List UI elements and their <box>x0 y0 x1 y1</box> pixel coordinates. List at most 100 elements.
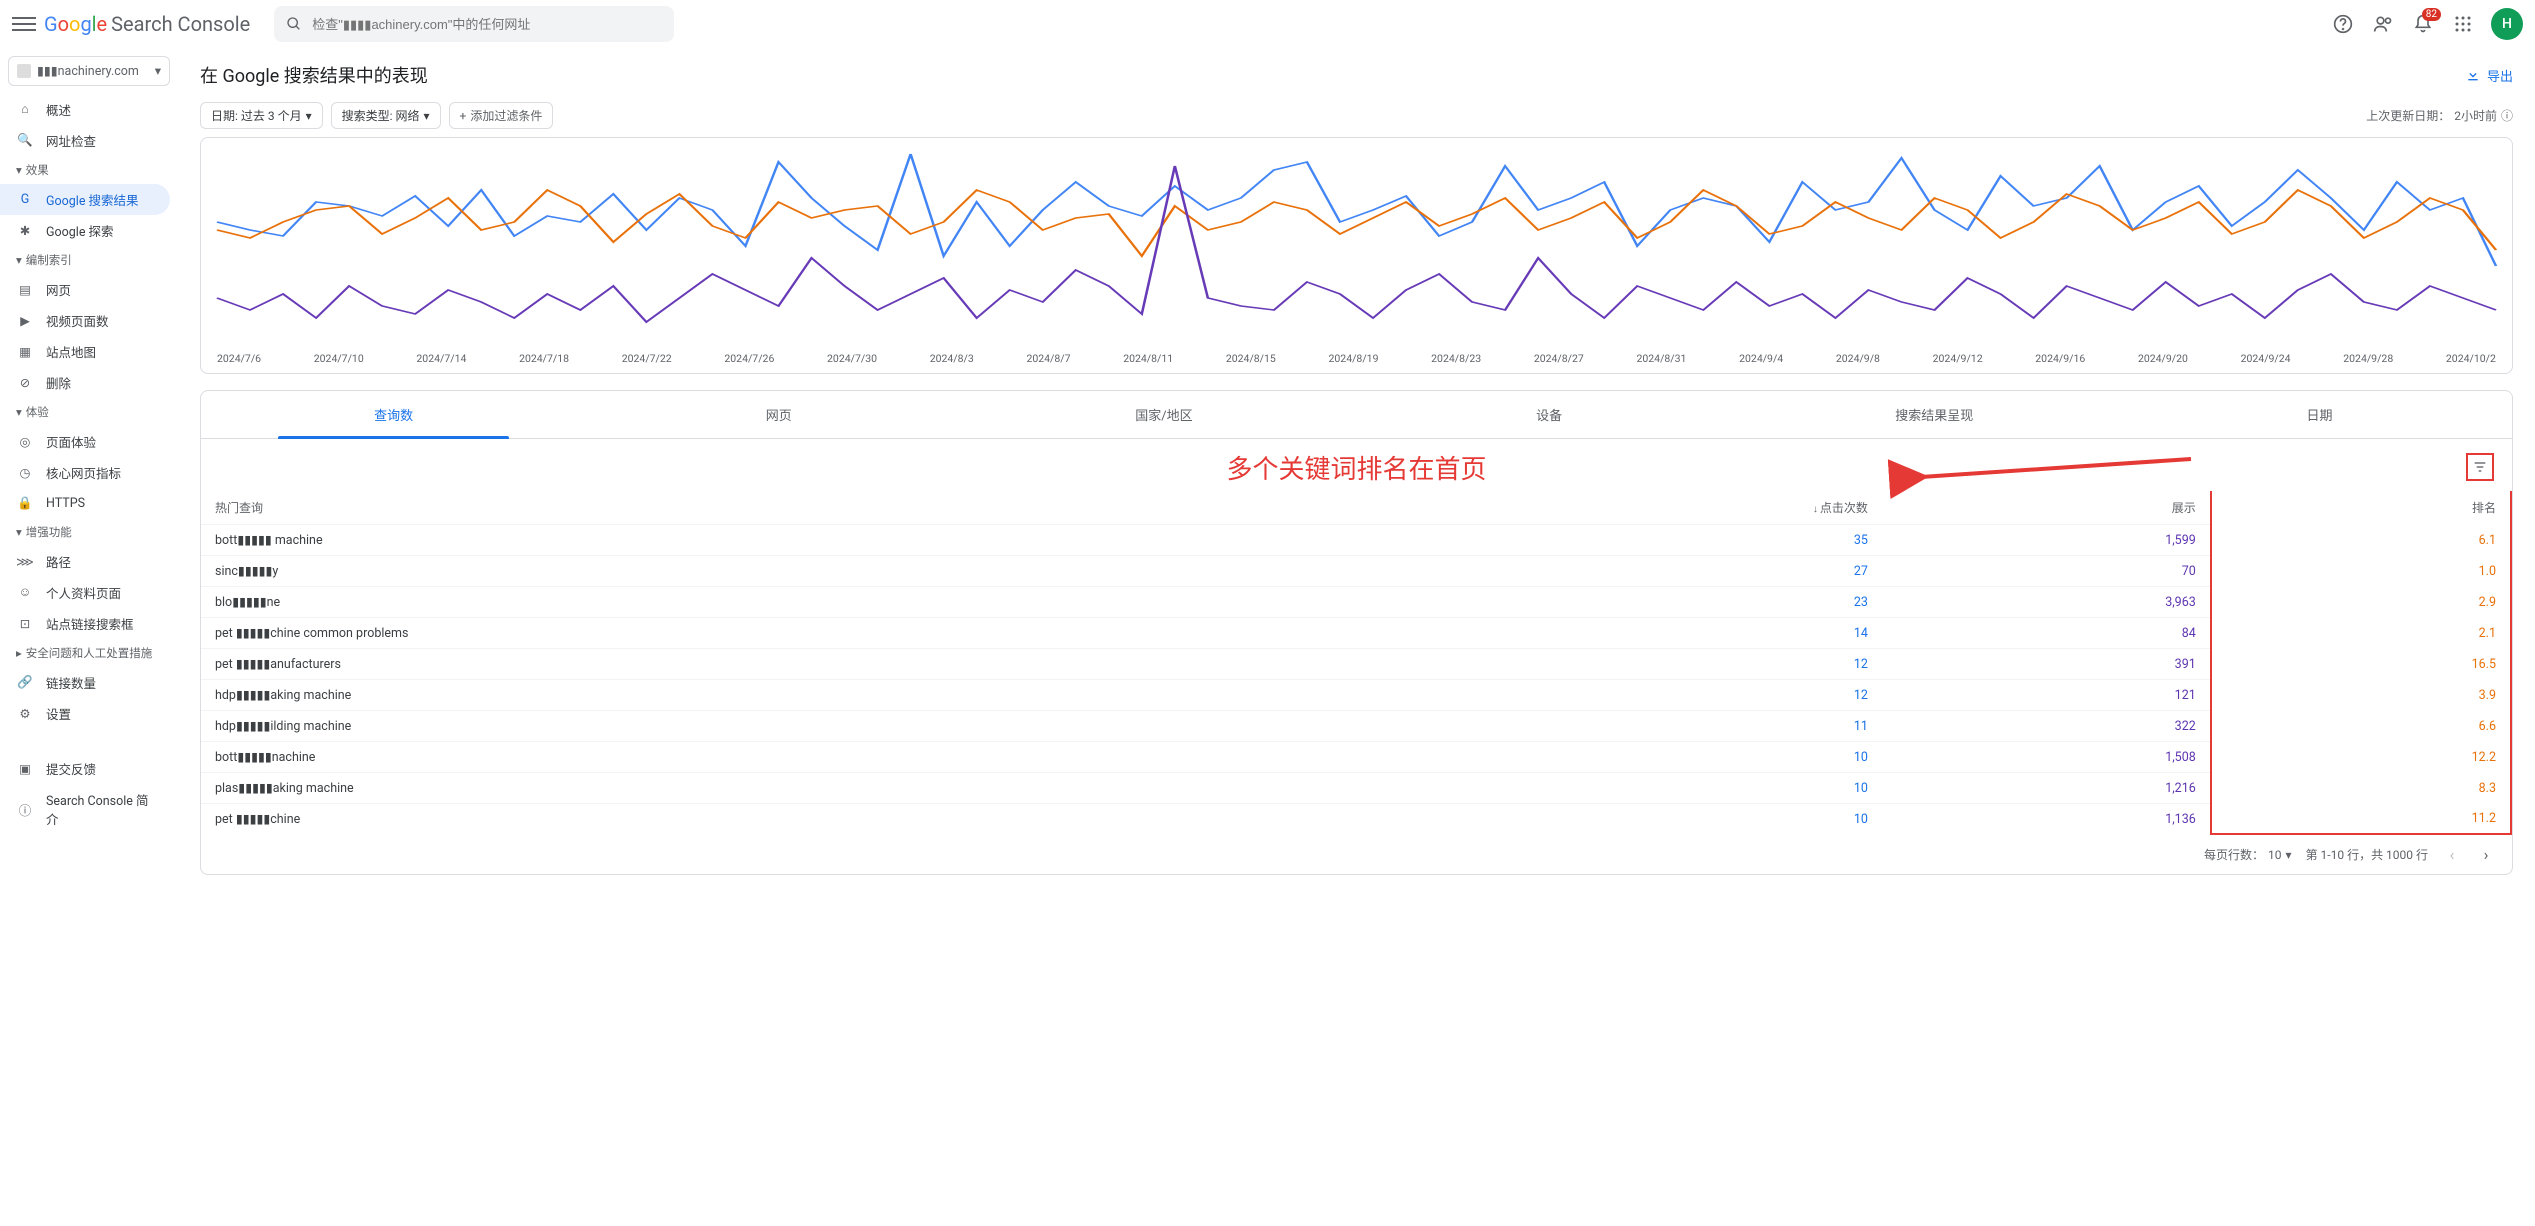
menu-icon[interactable] <box>12 12 36 36</box>
sidebar-item-discover[interactable]: ✱Google 探索 <box>0 215 170 246</box>
col-query[interactable]: 热门查询 <box>201 491 1424 525</box>
section-experience[interactable]: ▾体验 <box>0 398 178 426</box>
page-title: 在 Google 搜索结果中的表现 <box>200 62 428 88</box>
annotation-arrow <box>1911 457 2191 487</box>
prev-page-button[interactable]: ‹ <box>2442 845 2462 864</box>
sidebar-item-about[interactable]: ⓘSearch Console 简介 <box>0 784 170 834</box>
table-row[interactable]: pet ▮▮▮▮▮chine common problems14842.1 <box>201 618 2511 649</box>
table-row[interactable]: pet ▮▮▮▮▮anufacturers1239116.5 <box>201 649 2511 680</box>
filter-row: 日期: 过去 3 个月▾ 搜索类型: 网络▾ +添加过滤条件 上次更新日期：2小… <box>200 102 2513 129</box>
tab-5[interactable]: 日期 <box>2127 391 2512 438</box>
cell-position: 16.5 <box>2211 649 2511 680</box>
sidebar-item-video-pages[interactable]: ▶视频页面数 <box>0 305 170 336</box>
section-indexing[interactable]: ▾编制索引 <box>0 246 178 274</box>
queries-table: 热门查询 ↓点击次数 展示 排名 bott▮▮▮▮▮ machine351,59… <box>201 491 2512 835</box>
app-header: Google Search Console 82 H <box>0 0 2535 48</box>
rows-per-page[interactable]: 每页行数： 10 ▾ <box>2204 846 2292 863</box>
cell-query: bott▮▮▮▮▮ machine <box>201 525 1424 556</box>
tab-1[interactable]: 网页 <box>586 391 971 438</box>
cell-query: hdp▮▮▮▮▮ilding machine <box>201 711 1424 742</box>
sidebar-item-pages[interactable]: ▤网页 <box>0 274 170 305</box>
table-row[interactable]: hdp▮▮▮▮▮ilding machine113226.6 <box>201 711 2511 742</box>
sidebar-item-page-experience[interactable]: ◎页面体验 <box>0 426 170 457</box>
cell-impressions: 84 <box>1882 618 2211 649</box>
cell-impressions: 1,136 <box>1882 804 2211 835</box>
search-type-chip[interactable]: 搜索类型: 网络▾ <box>331 102 441 129</box>
sidebar-item-links[interactable]: 🔗链接数量 <box>0 667 170 698</box>
table-row[interactable]: hdp▮▮▮▮▮aking machine121213.9 <box>201 680 2511 711</box>
table-card: 查询数网页国家/地区设备搜索结果呈现日期 多个关键词排名在首页 <box>200 390 2513 875</box>
help-icon[interactable] <box>2331 12 2355 36</box>
add-filter-chip[interactable]: +添加过滤条件 <box>449 102 554 129</box>
cell-impressions: 1,508 <box>1882 742 2211 773</box>
sidebar-item-overview[interactable]: ⌂概述 <box>0 94 170 125</box>
table-row[interactable]: plas▮▮▮▮▮aking machine101,2168.3 <box>201 773 2511 804</box>
remove-icon: ⊘ <box>16 374 34 392</box>
sidebar-item-breadcrumbs[interactable]: ⋙路径 <box>0 546 170 577</box>
url-search-bar[interactable] <box>274 6 674 42</box>
cell-clicks: 27 <box>1424 556 1882 587</box>
col-position[interactable]: 排名 <box>2211 491 2511 525</box>
sidebar-item-sitelinks[interactable]: ⊡站点链接搜索框 <box>0 608 170 639</box>
chart-card: 2024/7/62024/7/102024/7/142024/7/182024/… <box>200 137 2513 374</box>
table-row[interactable]: blo▮▮▮▮▮ne233,9632.9 <box>201 587 2511 618</box>
sidebar-item-feedback[interactable]: ▣提交反馈 <box>0 753 170 784</box>
main-content: 在 Google 搜索结果中的表现 导出 日期: 过去 3 个月▾ 搜索类型: … <box>178 48 2535 1226</box>
pagination-range: 第 1-10 行，共 1000 行 <box>2306 846 2428 863</box>
sidebar: ▮▮▮nachinery.com ▾ ⌂概述 🔍网址检查 ▾效果 GGoogle… <box>0 48 178 1226</box>
annotation-row: 多个关键词排名在首页 <box>201 439 2512 491</box>
table-row[interactable]: sinc▮▮▮▮▮y27701.0 <box>201 556 2511 587</box>
sidebar-item-profile-pages[interactable]: ☺个人资料页面 <box>0 577 170 608</box>
col-clicks[interactable]: ↓点击次数 <box>1424 491 1882 525</box>
table-row[interactable]: bott▮▮▮▮▮ machine351,5996.1 <box>201 525 2511 556</box>
cell-clicks: 10 <box>1424 804 1882 835</box>
cell-query: sinc▮▮▮▮▮y <box>201 556 1424 587</box>
url-search-input[interactable] <box>312 17 662 32</box>
apps-icon[interactable] <box>2451 12 2475 36</box>
tab-4[interactable]: 搜索结果呈现 <box>1742 391 2127 438</box>
google-icon: G <box>16 191 34 209</box>
cell-impressions: 1,216 <box>1882 773 2211 804</box>
filter-icon[interactable] <box>2466 453 2494 481</box>
sidebar-item-cwv[interactable]: ◷核心网页指标 <box>0 457 170 488</box>
cell-position: 11.2 <box>2211 804 2511 835</box>
chevron-down-icon: ▾ <box>155 63 161 79</box>
users-icon[interactable] <box>2371 12 2395 36</box>
pages-icon: ▤ <box>16 281 34 299</box>
export-button[interactable]: 导出 <box>2465 66 2513 85</box>
speed-icon: ◷ <box>16 464 34 482</box>
sidebar-item-removals[interactable]: ⊘删除 <box>0 367 170 398</box>
date-filter-chip[interactable]: 日期: 过去 3 个月▾ <box>200 102 323 129</box>
section-performance[interactable]: ▾效果 <box>0 156 178 184</box>
cell-impressions: 1,599 <box>1882 525 2211 556</box>
table-row[interactable]: pet ▮▮▮▮▮chine101,13611.2 <box>201 804 2511 835</box>
cell-query: hdp▮▮▮▮▮aking machine <box>201 680 1424 711</box>
tab-3[interactable]: 设备 <box>1357 391 1742 438</box>
tab-0[interactable]: 查询数 <box>201 391 586 438</box>
sidebar-item-sitemaps[interactable]: ▦站点地图 <box>0 336 170 367</box>
notifications-icon[interactable]: 82 <box>2411 12 2435 36</box>
cell-position: 8.3 <box>2211 773 2511 804</box>
cell-query: pet ▮▮▮▮▮anufacturers <box>201 649 1424 680</box>
info-icon[interactable]: ⓘ <box>2501 107 2513 124</box>
cell-query: pet ▮▮▮▮▮chine common problems <box>201 618 1424 649</box>
chevron-down-icon: ▾ <box>2286 848 2292 862</box>
section-enhancements[interactable]: ▾增强功能 <box>0 518 178 546</box>
tab-2[interactable]: 国家/地区 <box>971 391 1356 438</box>
sidebar-item-settings[interactable]: ⚙设置 <box>0 698 170 729</box>
cell-clicks: 10 <box>1424 742 1882 773</box>
col-impressions[interactable]: 展示 <box>1882 491 2211 525</box>
sidebar-item-https[interactable]: 🔒HTTPS <box>0 488 170 518</box>
last-update: 上次更新日期：2小时前 ⓘ <box>2366 107 2513 124</box>
property-selector[interactable]: ▮▮▮nachinery.com ▾ <box>8 56 170 86</box>
avatar[interactable]: H <box>2491 8 2523 40</box>
section-security[interactable]: ▸安全问题和人工处置措施 <box>0 639 178 667</box>
next-page-button[interactable]: › <box>2476 845 2496 864</box>
sidebar-item-google-search[interactable]: GGoogle 搜索结果 <box>0 184 170 215</box>
plus-icon: + <box>460 109 467 123</box>
sidebar-item-url-inspect[interactable]: 🔍网址检查 <box>0 125 170 156</box>
table-row[interactable]: bott▮▮▮▮▮nachine101,50812.2 <box>201 742 2511 773</box>
cell-query: bott▮▮▮▮▮nachine <box>201 742 1424 773</box>
gear-icon: ⚙ <box>16 705 34 723</box>
notification-badge: 82 <box>2422 8 2441 21</box>
